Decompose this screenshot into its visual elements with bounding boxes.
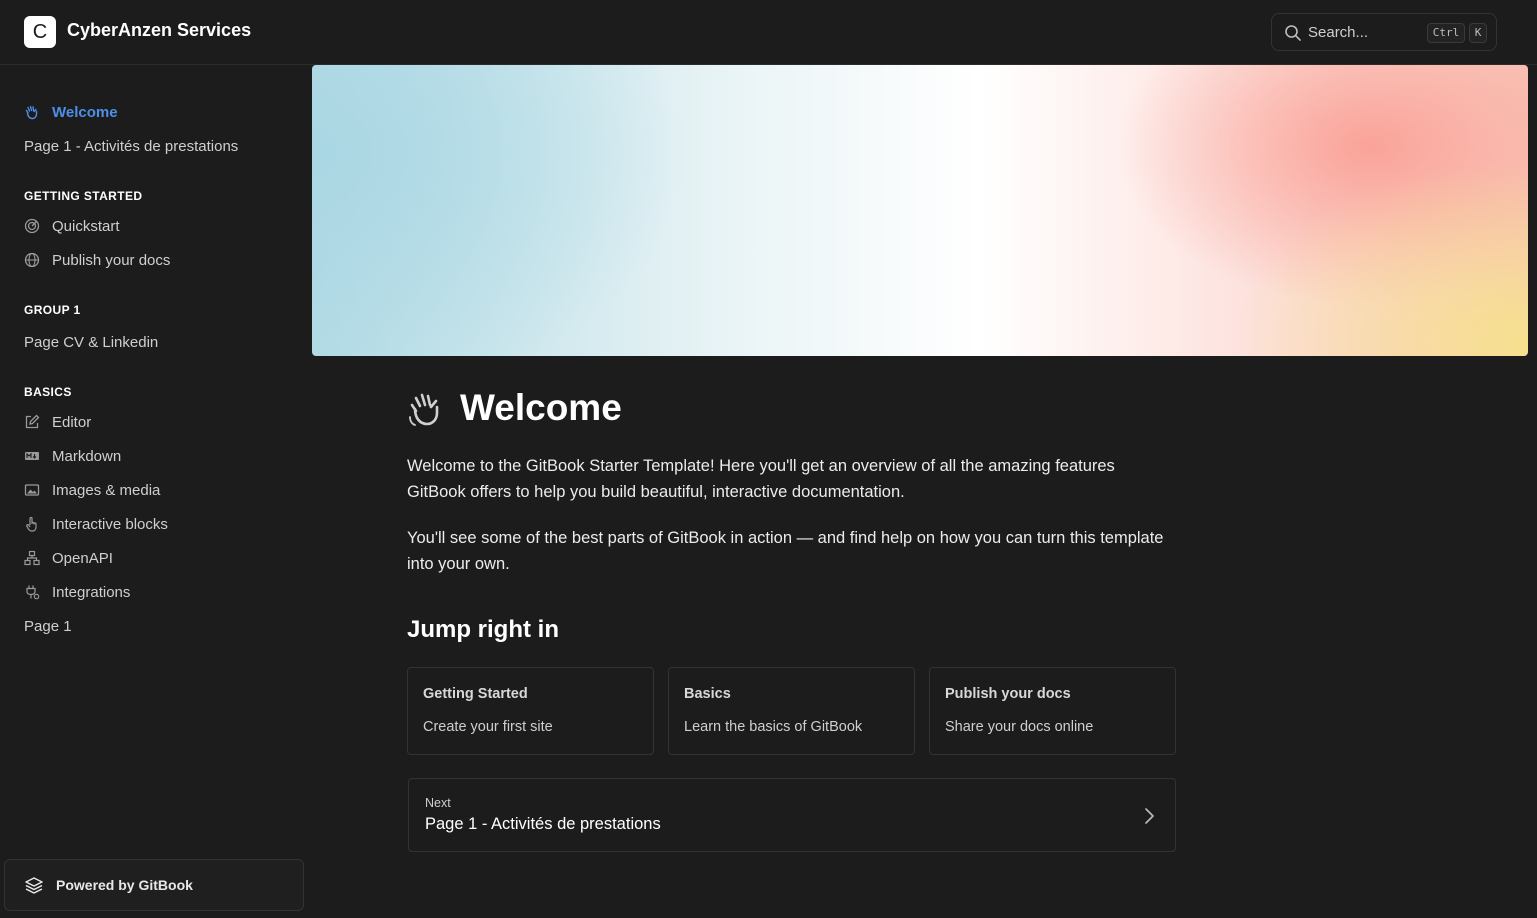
sidebar-item-quickstart[interactable]: Quickstart [24, 213, 120, 239]
next-page-title: Page 1 - Activités de prestations [425, 815, 661, 833]
intro-paragraph-2: You'll see some of the best parts of Git… [407, 529, 1164, 573]
sidebar-item-label: Editor [52, 413, 92, 431]
card-getting-started[interactable]: Getting Started Create your first site [407, 667, 654, 755]
section-getting-started: GETTING STARTED [24, 189, 143, 203]
sidebar-item-label: Page CV & Linkedin [24, 333, 159, 351]
section-heading: Jump right in [407, 616, 559, 643]
next-page-link[interactable]: Next Page 1 - Activités de prestations [408, 778, 1176, 852]
sidebar-item-integrations[interactable]: Integrations [24, 579, 130, 605]
card-title: Basics [684, 686, 731, 702]
target-icon [24, 218, 40, 234]
pen-to-square-icon [25, 414, 40, 429]
sidebar-item-label: Interactive blocks [52, 515, 168, 533]
sitemap-icon [24, 550, 40, 566]
sidebar-item-label: Quickstart [52, 217, 120, 235]
sidebar-item-page1-activites[interactable]: Page 1 - Activités de prestations [24, 133, 238, 159]
sidebar-item-images-media[interactable]: Images & media [24, 477, 160, 503]
powered-by-label: Powered by GitBook [56, 877, 193, 893]
sidebar-item-publish-your-docs[interactable]: Publish your docs [24, 247, 170, 273]
section-group-1: GROUP 1 [24, 303, 81, 317]
hero-cover-image [312, 65, 1528, 356]
waving-hand-icon [409, 393, 439, 426]
sidebar-item-openapi[interactable]: OpenAPI [24, 545, 113, 571]
sidebar-item-label: Integrations [52, 583, 131, 601]
sidebar-item-editor[interactable]: Editor [24, 409, 91, 435]
sidebar-item-label: Images & media [52, 481, 161, 499]
hand-pointer-icon [26, 516, 37, 532]
card-basics[interactable]: Basics Learn the basics of GitBook [668, 667, 915, 755]
search-icon [1285, 25, 1301, 41]
sidebar-item-label: Page 1 [24, 617, 72, 635]
shortcut-ctrl-key: Ctrl [1427, 23, 1465, 43]
card-title: Publish your docs [945, 686, 1071, 702]
search-box[interactable]: Search... Ctrl K [1271, 13, 1497, 51]
sidebar-item-markdown[interactable]: Markdown [24, 443, 121, 469]
waving-hand-icon [25, 105, 38, 120]
top-header: C CyberAnzen Services Search... Ctrl K [0, 0, 1537, 65]
section-basics: BASICS [24, 385, 72, 399]
card-description: Learn the basics of GitBook [684, 719, 863, 735]
card-description: Share your docs online [945, 719, 1094, 735]
card-description: Create your first site [423, 719, 553, 735]
sidebar-item-welcome[interactable]: Welcome [24, 99, 118, 125]
site-logo[interactable]: C [24, 16, 56, 48]
shortcut-k-key: K [1469, 23, 1487, 43]
sidebar-item-label: Welcome [52, 103, 118, 121]
site-title[interactable]: CyberAnzen Services [67, 20, 251, 41]
next-label: Next [425, 796, 451, 810]
intro-paragraph: Welcome to the GitBook Starter Template!… [407, 457, 1115, 501]
sidebar-item-page-cv-linkedin[interactable]: Page CV & Linkedin [24, 329, 158, 355]
search-placeholder: Search... [1308, 24, 1369, 41]
powered-by-gitbook-link[interactable]: Powered by GitBook [4, 859, 304, 911]
sidebar-item-label: Markdown [52, 447, 122, 465]
sidebar-item-page-1[interactable]: Page 1 [24, 613, 72, 639]
page-title: Welcome [460, 387, 622, 428]
card-publish-your-docs[interactable]: Publish your docs Share your docs online [929, 667, 1176, 755]
gitbook-logo-icon [25, 877, 43, 894]
card-title: Getting Started [423, 686, 528, 702]
sidebar-item-label: OpenAPI [52, 549, 113, 567]
plug-icon [26, 585, 40, 600]
sidebar-item-label: Publish your docs [52, 251, 171, 269]
markdown-icon [25, 452, 39, 460]
image-icon [24, 484, 40, 496]
sidebar-item-interactive-blocks[interactable]: Interactive blocks [24, 511, 168, 537]
globe-icon [24, 252, 40, 268]
chevron-right-icon [1145, 808, 1154, 824]
sidebar-item-label: Page 1 - Activités de prestations [24, 137, 239, 155]
